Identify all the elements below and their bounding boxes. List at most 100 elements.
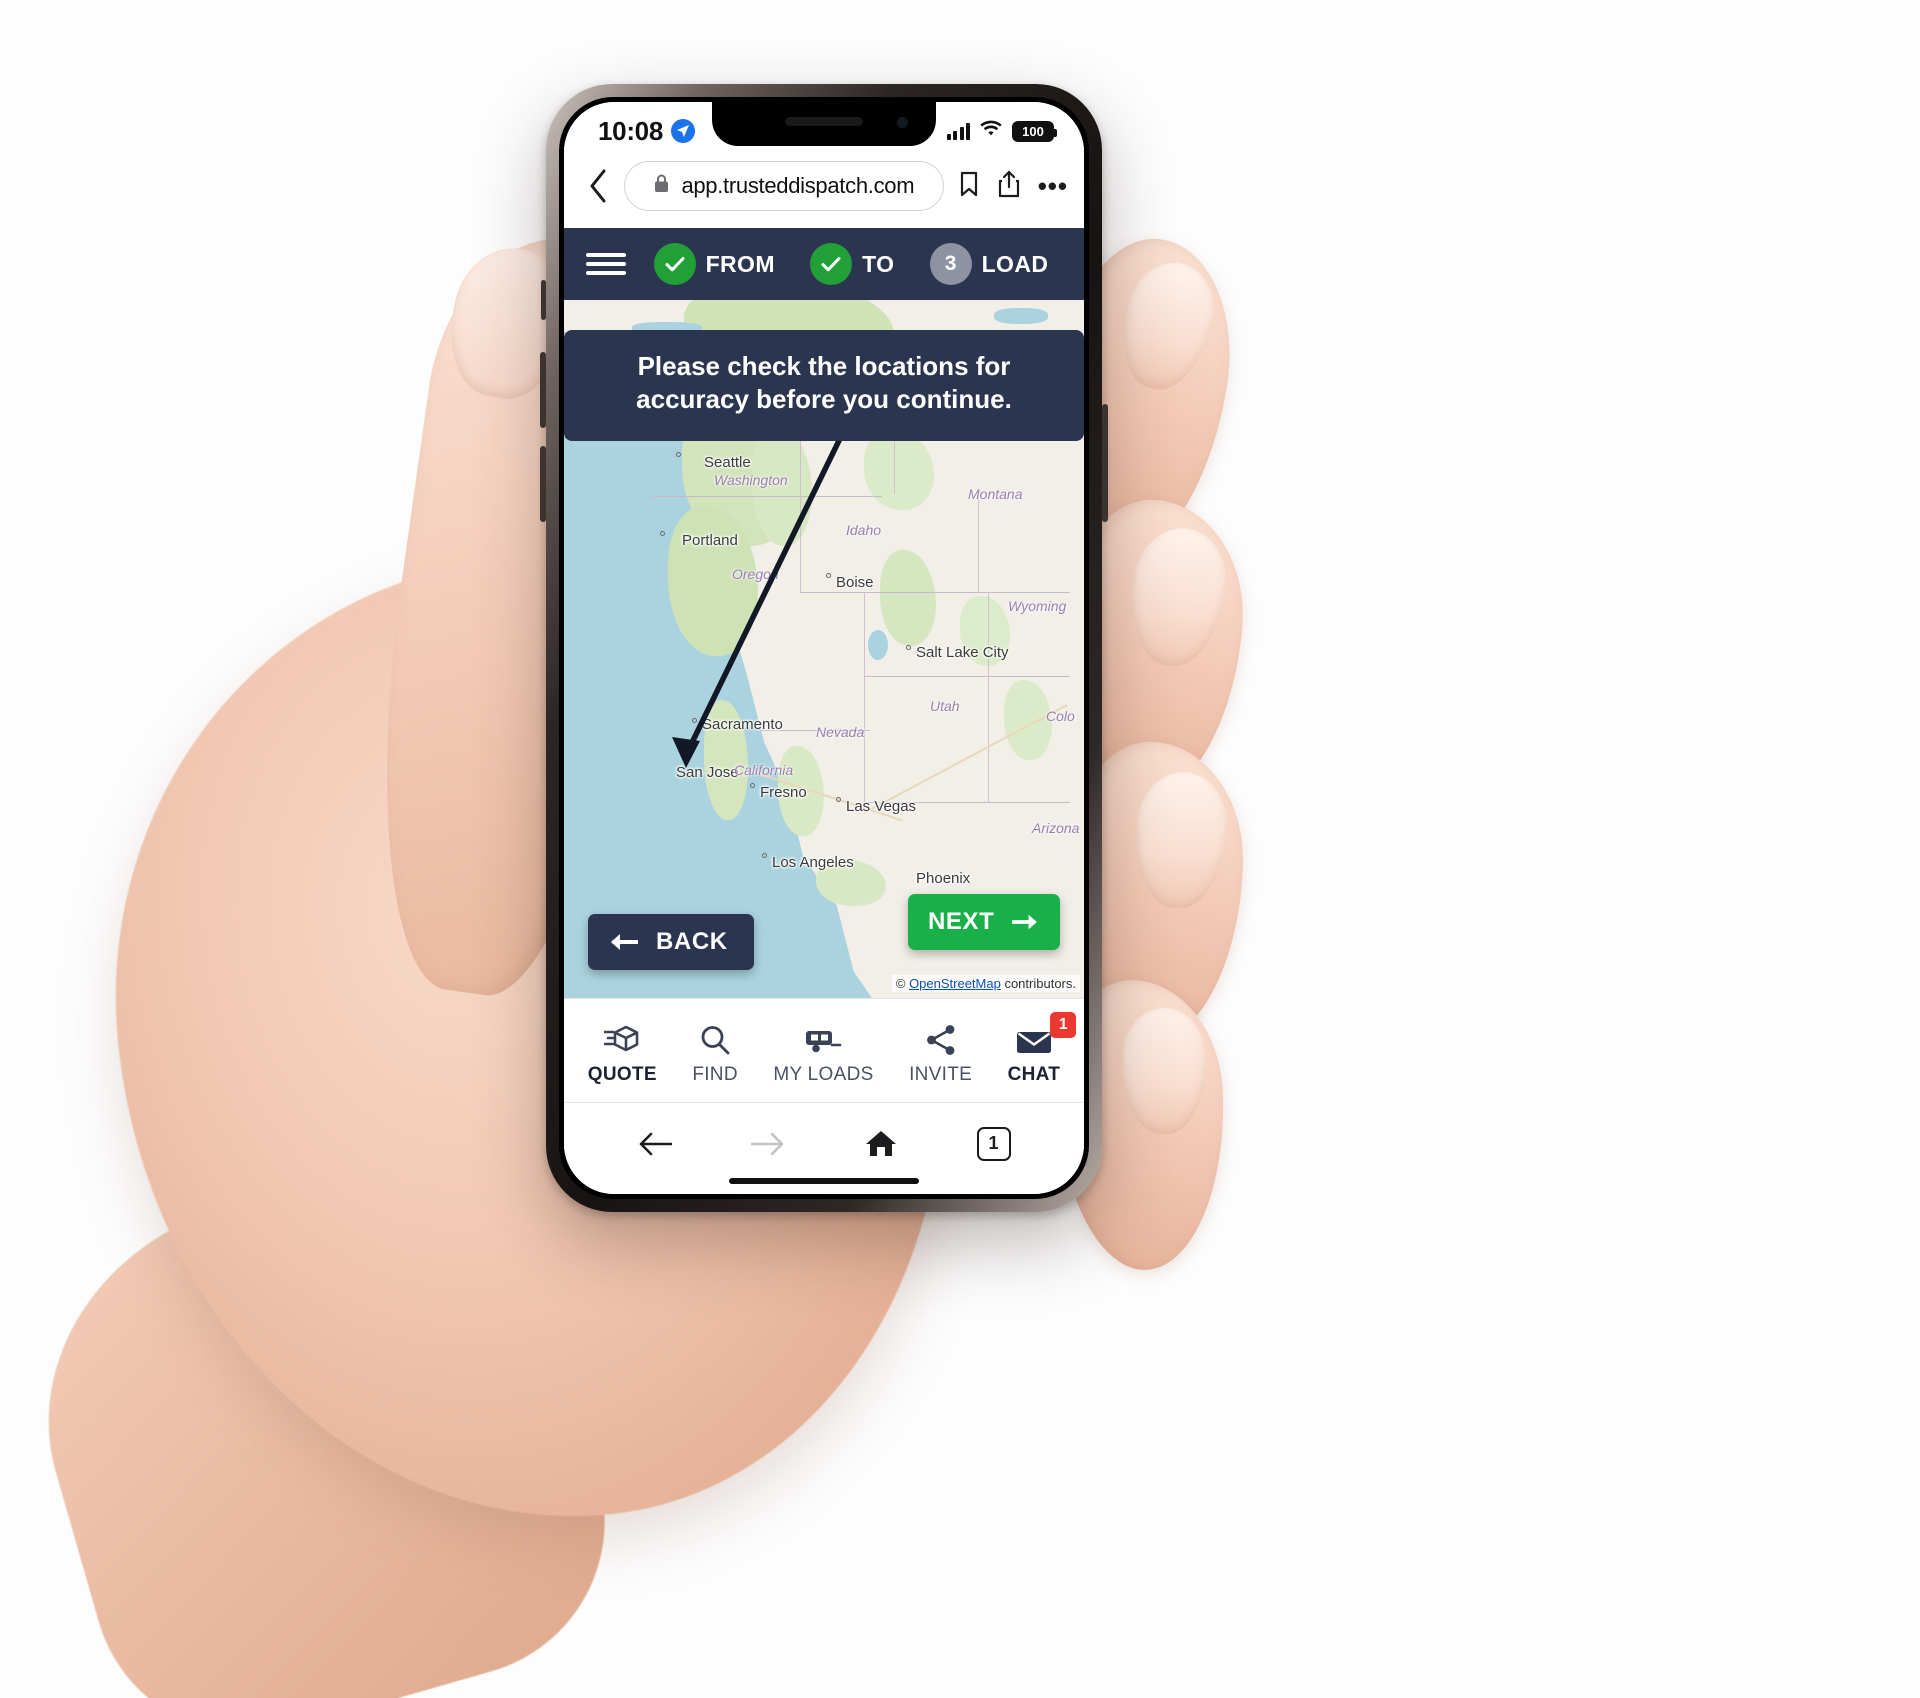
trailer-icon	[804, 1020, 842, 1056]
phone-screen: 10:08 100 app.trusteddispatch.com ••• FR…	[564, 102, 1084, 1194]
browser-page-back-chevron[interactable]	[578, 169, 618, 203]
map-border	[864, 676, 1070, 678]
phone-device: 10:08 100 app.trusteddispatch.com ••• FR…	[540, 84, 1108, 1212]
back-button-label: BACK	[656, 928, 728, 955]
map-region-label: Washington	[714, 472, 788, 488]
tab-quote-label: QUOTE	[587, 1063, 657, 1085]
url-text: app.trusteddispatch.com	[681, 173, 915, 198]
package-quote-icon	[604, 1020, 640, 1056]
map-city-label: Boise	[836, 574, 874, 591]
map-border	[864, 592, 866, 802]
tab-my-loads[interactable]: MY LOADS	[773, 1020, 873, 1086]
home-indicator[interactable]	[729, 1178, 919, 1184]
step-load-bubble: 3	[929, 243, 972, 285]
city-dot	[906, 645, 911, 650]
hamburger-menu-icon[interactable]	[586, 253, 626, 275]
tab-invite[interactable]: INVITE	[909, 1020, 972, 1086]
map-city-label: Seattle	[704, 454, 751, 471]
map-region-label: Utah	[930, 698, 960, 714]
step-list: FROM TO 3 LOAD	[636, 243, 1066, 285]
map-region-label: Oregon	[732, 566, 779, 582]
map-lake	[868, 630, 888, 660]
power-button[interactable]	[1102, 404, 1108, 522]
next-button-label: NEXT	[928, 908, 995, 935]
city-dot	[826, 573, 831, 578]
step-from-bubble	[653, 243, 696, 285]
city-dot	[692, 718, 697, 723]
tab-my-loads-label: MY LOADS	[773, 1063, 874, 1085]
tab-quote[interactable]: QUOTE	[588, 1020, 657, 1086]
screenshot-stage: 10:08 100 app.trusteddispatch.com ••• FR…	[0, 0, 1920, 1698]
envelope-icon	[1015, 1020, 1053, 1056]
step-to[interactable]: TO	[810, 243, 894, 285]
tab-invite-label: INVITE	[909, 1063, 973, 1085]
city-dot	[836, 797, 841, 802]
tab-chat[interactable]: 1 CHAT	[1007, 1011, 1077, 1086]
city-dot	[660, 531, 665, 536]
back-button[interactable]: BACK	[588, 914, 754, 970]
browser-forward-button[interactable]	[750, 1131, 785, 1157]
volume-up-button[interactable]	[540, 352, 546, 428]
bookmark-icon[interactable]	[958, 171, 980, 202]
map-border	[652, 496, 882, 498]
map-region-label: Colo	[1046, 708, 1075, 724]
map-city-label: Fresno	[760, 784, 807, 801]
map-border	[978, 496, 980, 592]
map-border	[988, 592, 990, 802]
map-city-label: Sacramento	[702, 716, 783, 733]
cellular-signal-icon	[946, 122, 970, 140]
map-city-label: San Jose	[676, 764, 739, 781]
browser-url-bar: app.trusteddispatch.com •••	[564, 154, 1084, 228]
openstreetmap-link[interactable]: OpenStreetMap	[909, 976, 1001, 991]
accuracy-banner: Please check the locations for accuracy …	[564, 330, 1084, 441]
tab-find[interactable]: FIND	[692, 1020, 738, 1086]
app-bottom-tab-bar: QUOTE FIND MY LOADS INVITE 1 CHAT	[564, 998, 1084, 1102]
chat-unread-badge: 1	[1050, 1011, 1077, 1038]
volume-down-button[interactable]	[540, 446, 546, 522]
tab-chat-label: CHAT	[1007, 1063, 1061, 1085]
city-dot	[676, 452, 681, 457]
status-time: 10:08	[598, 115, 663, 146]
address-bar[interactable]: app.trusteddispatch.com	[624, 161, 944, 211]
arrow-right-icon	[1012, 914, 1038, 930]
map-city-label: Salt Lake City	[916, 644, 1009, 661]
battery-indicator: 100	[1012, 120, 1057, 142]
map-city-label: Los Angeles	[772, 854, 854, 871]
map-lake	[994, 308, 1048, 324]
display-notch	[712, 102, 936, 146]
arrow-left-icon	[611, 934, 638, 950]
step-from[interactable]: FROM	[653, 243, 775, 285]
step-from-label: FROM	[705, 250, 775, 277]
browser-tab-count: 1	[976, 1126, 1011, 1161]
map-region-label: Nevada	[816, 724, 865, 740]
next-button[interactable]: NEXT	[908, 894, 1060, 950]
earpiece-speaker	[785, 117, 863, 126]
step-to-label: TO	[862, 250, 895, 277]
attribution-suffix: contributors.	[1000, 976, 1076, 991]
url-bar-actions: •••	[950, 170, 1068, 203]
step-to-bubble	[810, 243, 853, 285]
accuracy-banner-text: Please check the locations for accuracy …	[636, 351, 1012, 415]
more-dots-icon[interactable]: •••	[1038, 172, 1068, 199]
map-city-label: Phoenix	[916, 870, 971, 887]
city-dot	[762, 853, 767, 858]
app-step-header: FROM TO 3 LOAD	[564, 228, 1084, 300]
step-load-label: LOAD	[981, 250, 1049, 277]
city-dot	[750, 783, 755, 788]
map-city-label: Portland	[682, 532, 738, 549]
map-container[interactable]: CalgaryVancouver IslandVancouverSeattleP…	[564, 300, 1084, 998]
share-icon[interactable]	[998, 170, 1020, 203]
search-icon	[699, 1020, 731, 1056]
mute-switch[interactable]	[541, 280, 546, 320]
browser-back-button[interactable]	[638, 1131, 672, 1157]
lock-icon	[653, 173, 670, 199]
browser-tabs-button[interactable]: 1	[976, 1126, 1011, 1161]
map-attribution: © OpenStreetMap contributors.	[891, 975, 1080, 992]
step-load[interactable]: 3 LOAD	[929, 243, 1049, 285]
battery-level-text: 100	[1022, 123, 1044, 139]
map-region-label: Wyoming	[1008, 598, 1067, 614]
map-city-label: Las Vegas	[846, 798, 917, 815]
map-region-label: Idaho	[846, 522, 882, 538]
browser-home-button[interactable]	[864, 1129, 898, 1159]
front-camera	[897, 117, 908, 128]
